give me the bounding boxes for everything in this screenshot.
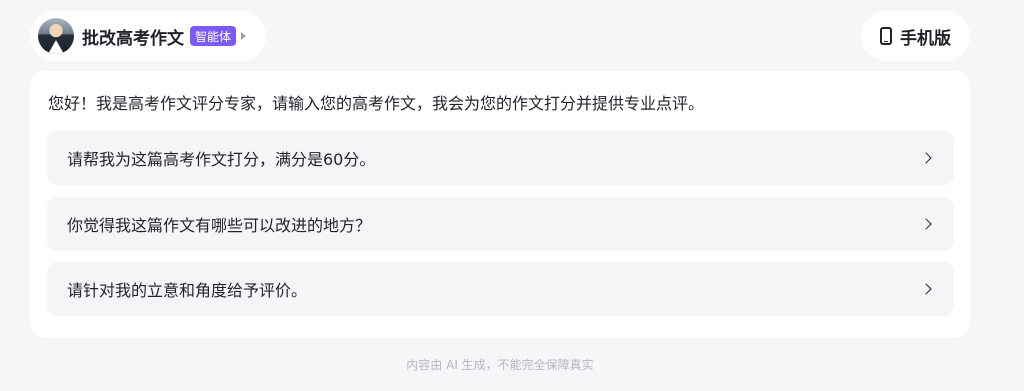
avatar — [38, 18, 74, 54]
mobile-version-label: 手机版 — [900, 28, 951, 49]
suggestion-text: 你觉得我这篇作文有哪些可以改进的地方？ — [67, 216, 372, 235]
suggestion-text: 请针对我的立意和角度给予评价。 — [67, 281, 308, 300]
agent-name: 批改高考作文 — [82, 28, 184, 49]
agent-badge: 智能体 — [190, 26, 237, 46]
chevron-right-icon — [920, 218, 932, 230]
caret-right-icon — [241, 32, 247, 40]
suggestion-item[interactable]: 你觉得我这篇作文有哪些可以改进的地方？ — [47, 197, 954, 251]
suggestion-text: 请帮我为这篇高考作文打分，满分是60分。 — [67, 150, 376, 169]
agent-header[interactable]: 批改高考作文 智能体 — [30, 11, 266, 61]
chevron-right-icon — [920, 152, 932, 164]
suggestion-item[interactable]: 请针对我的立意和角度给予评价。 — [47, 262, 954, 316]
phone-icon — [880, 27, 892, 45]
page: 批改高考作文 智能体 手机版 您好！我是高考作文评分专家，请输入您的高考作文，我… — [0, 0, 1024, 391]
ai-disclaimer: 内容由 AI 生成，不能完全保障真实 — [406, 358, 594, 372]
greeting-message: 您好！我是高考作文评分专家，请输入您的高考作文，我会为您的作文打分并提供专业点评… — [48, 94, 705, 113]
chevron-right-icon — [920, 283, 932, 295]
chat-card: 您好！我是高考作文评分专家，请输入您的高考作文，我会为您的作文打分并提供专业点评… — [30, 71, 970, 338]
mobile-version-button[interactable]: 手机版 — [861, 11, 970, 61]
suggestion-item[interactable]: 请帮我为这篇高考作文打分，满分是60分。 — [47, 131, 954, 185]
